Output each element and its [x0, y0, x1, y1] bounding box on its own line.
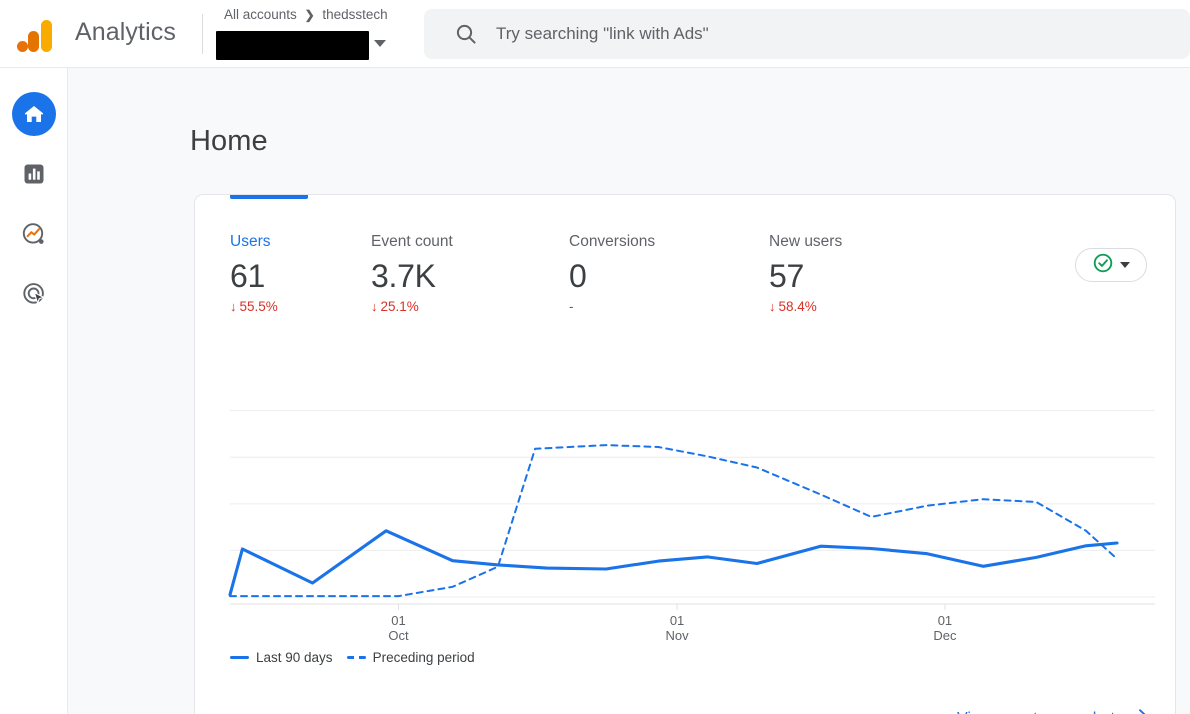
arrow-down-icon: ↓	[769, 299, 776, 314]
metric-new-users[interactable]: New users 57 ↓ 58.4%	[769, 233, 842, 314]
chart-line-2	[229, 444, 1118, 598]
main-content: Home Users 61 ↓ 55.5% Event count 3.7K ↓…	[68, 68, 1190, 714]
sidebar-item-advertising[interactable]	[12, 272, 56, 316]
header-divider	[202, 14, 203, 54]
metric-delta: ↓ 58.4%	[769, 299, 842, 314]
chart-canvas	[228, 410, 1155, 610]
metric-label: Conversions	[569, 233, 656, 250]
y-axis-tick-label: 0	[1161, 589, 1175, 604]
metric-value: 57	[769, 258, 804, 294]
search-input[interactable]	[496, 24, 1136, 44]
x-axis-tick-label: 01 Oct	[388, 613, 409, 643]
y-axis-tick-label: 20	[1161, 496, 1175, 511]
breadcrumb-account[interactable]: thedsstech	[322, 7, 387, 22]
search-icon	[454, 22, 478, 46]
metric-conversions[interactable]: Conversions 0 -	[569, 233, 655, 314]
breadcrumb-root[interactable]: All accounts	[224, 7, 297, 22]
metric-users[interactable]: Users 61 ↓ 55.5%	[230, 233, 278, 314]
metric-label: Users	[230, 233, 271, 250]
analytics-home-page: Analytics All accounts ❯ thedsstech Try …	[0, 0, 1190, 714]
chart-series	[228, 444, 1119, 598]
overview-card: Users 61 ↓ 55.5% Event count 3.7K ↓ 25.1…	[194, 194, 1176, 714]
page-title: Home	[190, 125, 268, 157]
arrow-down-icon: ↓	[371, 299, 378, 314]
property-name-redacted[interactable]	[216, 31, 369, 60]
breadcrumb-separator-icon: ❯	[304, 8, 315, 22]
chart-legend: Last 90 days Preceding period	[230, 650, 475, 665]
advertising-target-icon	[21, 281, 47, 307]
chart-line-1	[228, 529, 1119, 597]
view-reports-snapshot-link[interactable]: View reports snapshot	[957, 707, 1149, 714]
y-axis-tick-label: 10	[1161, 542, 1175, 557]
metric-label: Event count	[371, 233, 453, 250]
card-footer: Last 90 days View reports snapshot	[195, 685, 1175, 714]
metric-delta-value: 58.4%	[778, 299, 817, 314]
metric-value: 0	[569, 258, 587, 294]
snapshot-link-label: View reports snapshot	[957, 710, 1115, 714]
legend-label: Preceding period	[372, 650, 475, 665]
metric-delta-value: 55.5%	[239, 299, 278, 314]
legend-item-preceding-period[interactable]: Preceding period	[346, 650, 475, 665]
check-circle-icon	[1092, 252, 1114, 279]
x-axis-tick-label: 01 Dec	[933, 613, 957, 643]
explore-trend-icon	[21, 221, 47, 247]
legend-swatch-dashed-icon	[346, 656, 366, 659]
metric-row: Users 61 ↓ 55.5% Event count 3.7K ↓ 25.1…	[195, 195, 1175, 335]
arrow-right-icon	[1129, 707, 1149, 714]
reports-bar-chart-icon	[22, 162, 46, 186]
chevron-down-icon[interactable]	[1120, 262, 1130, 268]
legend-item-last-90-days[interactable]: Last 90 days	[230, 650, 333, 665]
account-chevron-down-icon[interactable]	[374, 40, 386, 47]
chart-gridlines	[230, 410, 1155, 610]
search-bar[interactable]	[424, 9, 1190, 59]
legend-swatch-solid-icon	[230, 656, 249, 659]
y-axis-tick-label: 40	[1161, 403, 1175, 418]
legend-label: Last 90 days	[256, 650, 333, 665]
metric-value: 61	[230, 258, 265, 294]
y-axis-tick-label: 30	[1161, 449, 1175, 464]
sidebar-item-explore[interactable]	[12, 212, 56, 256]
trend-chart: 0 10 20 30 40 01Oct 01Nov 01Dec	[195, 335, 1175, 643]
top-bar: Analytics All accounts ❯ thedsstech	[0, 0, 1190, 68]
google-analytics-logo	[14, 14, 58, 58]
breadcrumb[interactable]: All accounts ❯ thedsstech	[224, 7, 388, 22]
metric-value: 3.7K	[371, 258, 436, 294]
metric-delta: ↓ 25.1%	[371, 299, 453, 314]
metric-label: New users	[769, 233, 843, 250]
metric-event-count[interactable]: Event count 3.7K ↓ 25.1%	[371, 233, 453, 314]
x-axis-tick-label: 01 Nov	[665, 613, 689, 643]
metric-delta-value: -	[569, 299, 574, 314]
arrow-down-icon: ↓	[230, 299, 237, 314]
left-nav-rail	[0, 68, 68, 714]
sidebar-item-reports[interactable]	[12, 152, 56, 196]
metric-delta: -	[569, 299, 655, 314]
data-status-button[interactable]	[1075, 248, 1147, 282]
brand-name: Analytics	[75, 18, 176, 46]
home-icon	[22, 102, 46, 126]
sidebar-item-home[interactable]	[12, 92, 56, 136]
metric-delta: ↓ 55.5%	[230, 299, 278, 314]
metric-delta-value: 25.1%	[380, 299, 419, 314]
